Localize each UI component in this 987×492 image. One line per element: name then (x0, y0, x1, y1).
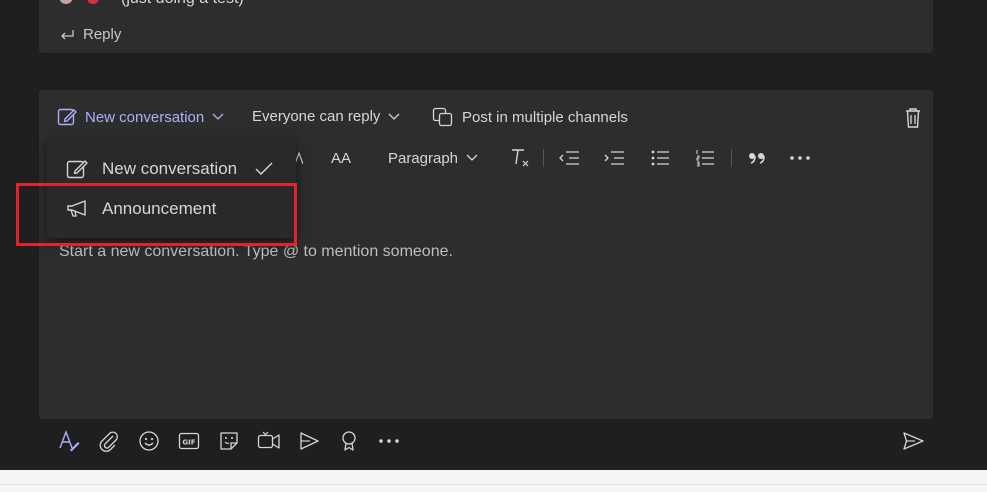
increase-indent-icon[interactable] (602, 146, 626, 170)
reply-permission-button[interactable]: Everyone can reply (252, 108, 400, 125)
svg-text:GIF: GIF (182, 439, 195, 447)
compose-actions-bar: GIF (39, 425, 933, 457)
new-conversation-type-button[interactable]: New conversation (57, 107, 224, 127)
post-multiple-channels-label: Post in multiple channels (462, 108, 628, 126)
meet-now-icon[interactable] (257, 429, 281, 453)
clear-formatting-icon[interactable] (508, 146, 532, 170)
menu-item-label: New conversation (102, 159, 238, 178)
reply-button[interactable]: Reply (59, 26, 121, 43)
status-dot (87, 0, 99, 4)
paragraph-style-button[interactable]: Paragraph (387, 146, 479, 170)
message-editor[interactable]: Start a new conversation. Type @ to ment… (59, 243, 453, 261)
menu-item-new-conversation[interactable]: New conversation (47, 149, 296, 189)
lower-panel (0, 470, 987, 492)
conversation-type-menu: New conversation Announcement (47, 139, 296, 238)
reply-label: Reply (83, 26, 122, 43)
multiple-channels-icon (432, 107, 454, 127)
menu-item-label: Announcement (102, 199, 217, 218)
gif-icon[interactable]: GIF (177, 429, 201, 453)
reply-permission-label: Everyone can reply (252, 108, 381, 125)
divider (0, 484, 987, 485)
stream-icon[interactable] (297, 429, 321, 453)
font-size-button[interactable]: AA (329, 146, 353, 170)
quote-icon[interactable] (745, 146, 769, 170)
delete-icon[interactable] (904, 107, 922, 129)
avatar (59, 0, 73, 4)
edit-icon (57, 107, 77, 127)
numbered-list-icon[interactable] (693, 146, 717, 170)
send-icon[interactable] (901, 429, 925, 453)
emoji-icon[interactable] (137, 429, 161, 453)
edit-icon (66, 158, 88, 180)
chevron-down-icon (388, 113, 400, 121)
chevron-down-icon (212, 113, 224, 121)
format-icon[interactable] (57, 429, 81, 453)
message-text: (just doing a test) (121, 0, 244, 8)
chevron-down-icon (466, 154, 478, 162)
post-multiple-channels-button[interactable]: Post in multiple channels (432, 107, 628, 127)
previous-message-card: (just doing a test) Reply (39, 0, 933, 53)
more-options-icon[interactable] (788, 146, 812, 170)
new-conversation-label: New conversation (85, 108, 205, 126)
paragraph-label: Paragraph (387, 149, 459, 167)
toolbar-divider (543, 149, 544, 167)
megaphone-icon (66, 200, 88, 218)
sticker-icon[interactable] (217, 429, 241, 453)
checkmark-icon (255, 162, 273, 176)
toolbar-divider (731, 149, 732, 167)
reply-arrow-icon (59, 28, 75, 42)
more-options-icon[interactable] (377, 429, 401, 453)
decrease-indent-icon[interactable] (557, 146, 581, 170)
attach-icon[interactable] (97, 429, 121, 453)
bulleted-list-icon[interactable] (648, 146, 672, 170)
praise-icon[interactable] (337, 429, 361, 453)
menu-item-announcement[interactable]: Announcement (47, 189, 296, 229)
